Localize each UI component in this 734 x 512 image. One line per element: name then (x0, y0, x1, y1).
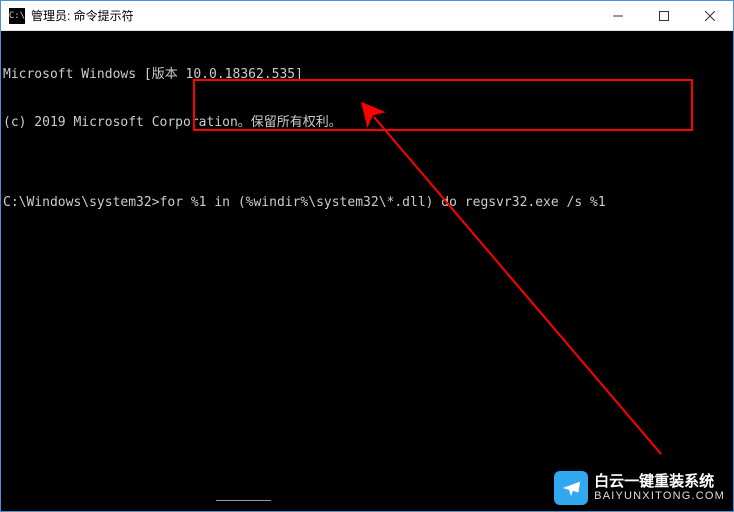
window-controls (595, 1, 733, 30)
watermark-title: 白云一键重装系统 (594, 474, 725, 491)
watermark-line (216, 500, 271, 501)
cmd-icon: C:\ (9, 8, 25, 24)
watermark-url: BAIYUNXITONG.COM (594, 490, 725, 502)
cmd-icon-label: C:\ (9, 11, 25, 21)
titlebar: C:\ 管理员: 命令提示符 (1, 1, 733, 31)
maximize-button[interactable] (641, 1, 687, 30)
watermark-text: 白云一键重装系统 BAIYUNXITONG.COM (594, 474, 725, 503)
console-command: for %1 in (%windir%\system32\*.dll) do r… (160, 195, 606, 211)
watermark-logo-icon (554, 471, 588, 505)
close-button[interactable] (687, 1, 733, 30)
console-prompt-row: C:\Windows\system32>for %1 in (%windir%\… (3, 195, 731, 211)
watermark: 白云一键重装系统 BAIYUNXITONG.COM (554, 471, 725, 505)
close-icon (705, 11, 715, 21)
minimize-button[interactable] (595, 1, 641, 30)
maximize-icon (659, 11, 669, 21)
minimize-icon (613, 11, 623, 21)
console-area[interactable]: Microsoft Windows [版本 10.0.18362.535] (c… (1, 31, 733, 511)
console-prompt: C:\Windows\system32> (3, 195, 160, 211)
window-title: 管理员: 命令提示符 (31, 7, 134, 24)
command-prompt-window: C:\ 管理员: 命令提示符 Microsoft Windo (0, 0, 734, 512)
console-line: Microsoft Windows [版本 10.0.18362.535] (3, 67, 731, 83)
console-line: (c) 2019 Microsoft Corporation。保留所有权利。 (3, 115, 731, 131)
